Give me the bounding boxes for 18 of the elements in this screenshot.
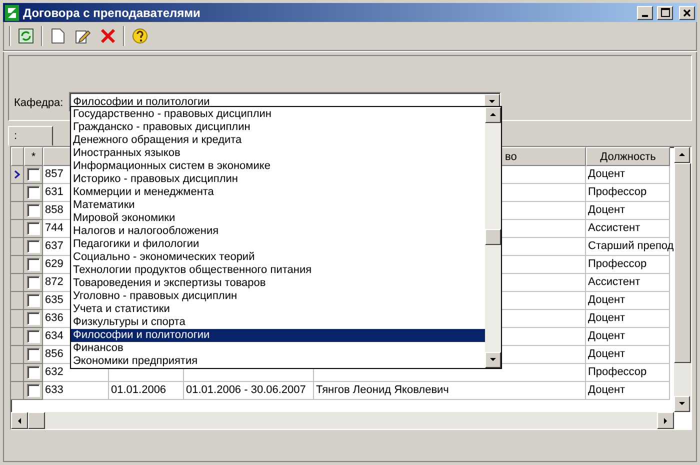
table-cell: Ассистент — [586, 220, 670, 238]
table-cell: 01.01.2006 — [109, 382, 184, 400]
table-cell: Доцент — [586, 382, 670, 400]
table-cell: Профессор — [586, 184, 670, 202]
table-cell: 01.01.2006 - 30.06.2007 — [184, 382, 314, 400]
table-cell: Доцент — [586, 328, 670, 346]
table-cell: 633 — [43, 382, 109, 400]
table-cell: Ассистент — [586, 274, 670, 292]
table-cell: Доцент — [586, 292, 670, 310]
window-title: Договора с преподавателями — [23, 6, 202, 20]
table-cell: Доцент — [586, 202, 670, 220]
table-cell: Доцент — [586, 310, 670, 328]
table-cell: Тянгов Леонид Яковлевич — [314, 382, 586, 400]
table-cell: Доцент — [586, 166, 670, 184]
table-cell: Доцент — [586, 346, 670, 364]
department-label: Кафедра: — [14, 97, 64, 111]
table-cell: Профессор — [586, 364, 670, 382]
table-cell: Профессор — [586, 256, 670, 274]
